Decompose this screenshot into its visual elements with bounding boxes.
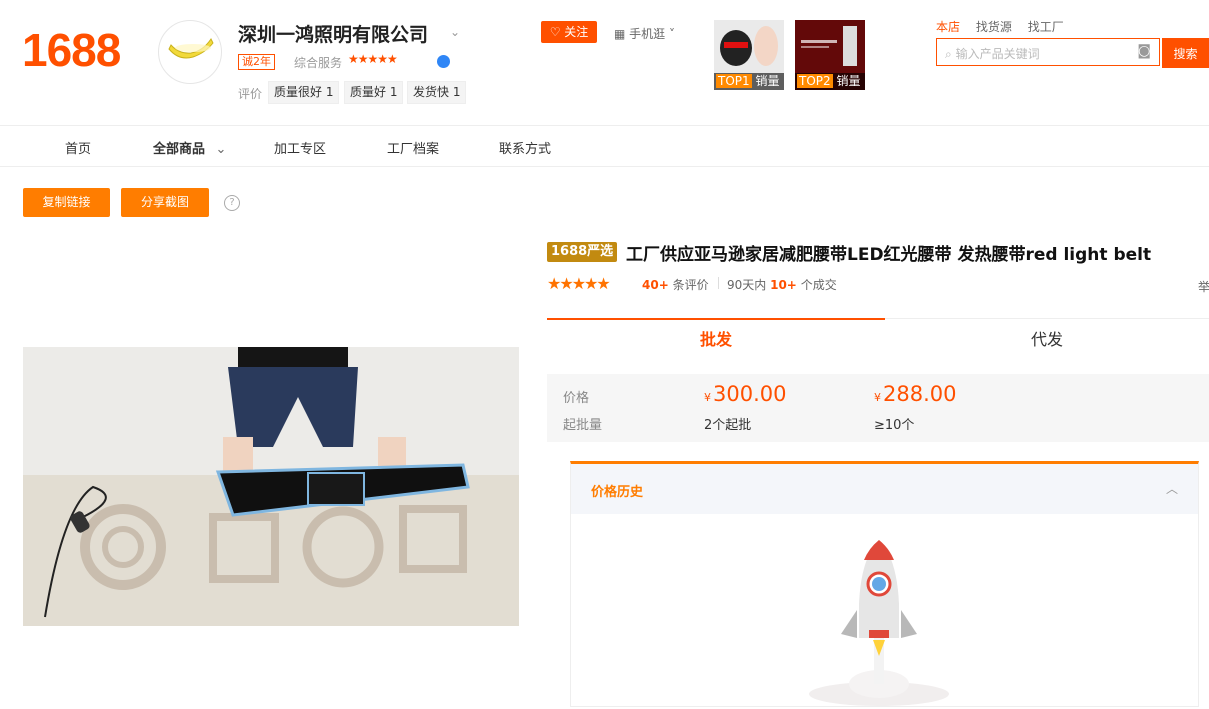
product-title: 工厂供应亚马逊家居减肥腰带LED红光腰带 发热腰带red light belt: [626, 245, 1152, 265]
product-main-image[interactable]: [23, 347, 519, 626]
nav-all-products-label: 全部商品: [153, 142, 206, 157]
deal-count-value: 10+: [770, 278, 797, 292]
search-placeholder-text: 输入产品关键词: [955, 47, 1040, 61]
follow-button[interactable]: ♡ 关注: [541, 21, 597, 43]
mobile-browse[interactable]: ▦ 手机逛 ˅: [614, 25, 675, 42]
copy-link-button[interactable]: 复制链接: [23, 188, 110, 217]
nav-divider-top: [0, 125, 1209, 126]
currency-symbol: ¥: [874, 391, 881, 404]
search-input[interactable]: ⌕ 输入产品关键词 ◙: [936, 38, 1160, 66]
service-label: 综合服务: [294, 56, 343, 70]
moq-tier-2: ≥10个: [874, 418, 915, 433]
top-rank: TOP2: [797, 74, 833, 88]
nav-all-products[interactable]: 全部商品 ⌄: [153, 138, 226, 157]
review-count[interactable]: 40+ 条评价: [642, 276, 709, 293]
price-tier-2: ¥288.00: [874, 382, 956, 406]
price-value: 288.00: [883, 382, 957, 406]
price-value: 300.00: [713, 382, 787, 406]
search-icon: ⌕: [945, 47, 952, 61]
search-scope-tabs: 本店 找货源 找工厂: [936, 18, 1076, 35]
nav-divider-bottom: [0, 166, 1209, 167]
deal-count: 90天内 10+ 个成交: [727, 276, 837, 293]
share-screenshot-button[interactable]: 分享截图: [121, 188, 209, 217]
store-avatar[interactable]: [158, 20, 222, 84]
help-icon[interactable]: ?: [224, 195, 240, 211]
store-name[interactable]: 深圳一鸿照明有限公司: [238, 20, 428, 47]
top-product-1[interactable]: TOP1 销量: [714, 20, 784, 90]
price-history-panel: 价格历史 ︿: [570, 461, 1199, 707]
top-product-2[interactable]: TOP2 销量: [795, 20, 865, 90]
review-label: 评价: [238, 87, 263, 101]
search-placeholder: ⌕ 输入产品关键词: [945, 45, 1040, 62]
tab-dropship[interactable]: 代发: [885, 318, 1209, 360]
purchase-mode-tabs: 批发 代发: [547, 318, 1209, 360]
tab-wholesale[interactable]: 批发: [547, 318, 885, 360]
moq-label: 起批量: [563, 418, 603, 433]
price-history-title: 价格历史: [591, 485, 644, 500]
deal-count-label: 个成交: [800, 278, 837, 292]
deal-period: 90天内: [727, 278, 767, 292]
search-tab-factory[interactable]: 找工厂: [1028, 20, 1064, 34]
chevron-up-icon[interactable]: ︿: [1166, 480, 1178, 497]
mobile-label: 手机逛: [629, 27, 666, 41]
service-stars: ★★★★★: [348, 52, 398, 66]
rocket-icon: [809, 540, 949, 706]
review-tag: 质量很好 1: [268, 81, 340, 104]
verified-icon: [437, 55, 450, 68]
report-link[interactable]: 举: [1198, 278, 1209, 295]
yanxuan-badge: 1688严选: [547, 242, 618, 262]
review-tag: 发货快 1: [407, 81, 467, 104]
heart-plus-icon: ♡: [549, 25, 561, 39]
search-button[interactable]: 搜索: [1162, 38, 1209, 68]
price-tier-1: ¥300.00: [704, 382, 786, 406]
product-photo-icon: [23, 347, 519, 626]
product-rating-stars: ★★★★★: [547, 274, 611, 293]
chevron-down-icon: ˅: [669, 27, 676, 41]
price-history-header[interactable]: 价格历史 ︿: [571, 464, 1198, 514]
currency-symbol: ¥: [704, 391, 711, 404]
follow-label: 关注: [564, 25, 589, 39]
search-tab-source[interactable]: 找货源: [976, 20, 1012, 34]
top-rank-label: 销量: [755, 74, 780, 88]
price-panel: 价格 起批量 ¥300.00 2个起批 ¥288.00 ≥10个: [547, 374, 1209, 442]
price-label: 价格: [563, 391, 590, 406]
nav-processing[interactable]: 加工专区: [274, 138, 326, 157]
top-rank-label: 销量: [836, 74, 861, 88]
review-count-value: 40+: [642, 278, 669, 292]
chevron-down-icon: ⌄: [215, 142, 227, 157]
review-count-label: 条评价: [672, 278, 709, 292]
store-logo-icon: [168, 38, 214, 59]
camera-icon[interactable]: ◙: [1137, 43, 1151, 59]
nav-home[interactable]: 首页: [65, 138, 91, 157]
stat-divider: [718, 277, 719, 289]
qr-icon: ▦: [614, 27, 626, 41]
nav-factory-profile[interactable]: 工厂档案: [387, 138, 439, 157]
moq-tier-1: 2个起批: [704, 418, 752, 433]
nav-contact[interactable]: 联系方式: [499, 138, 551, 157]
search-tab-store[interactable]: 本店: [936, 20, 960, 34]
review-tag: 质量好 1: [344, 81, 404, 104]
top-rank: TOP1: [716, 74, 752, 88]
chevron-down-icon[interactable]: ⌄: [450, 25, 460, 39]
site-logo[interactable]: 1688: [22, 24, 121, 76]
years-badge: 诚2年: [238, 54, 275, 70]
